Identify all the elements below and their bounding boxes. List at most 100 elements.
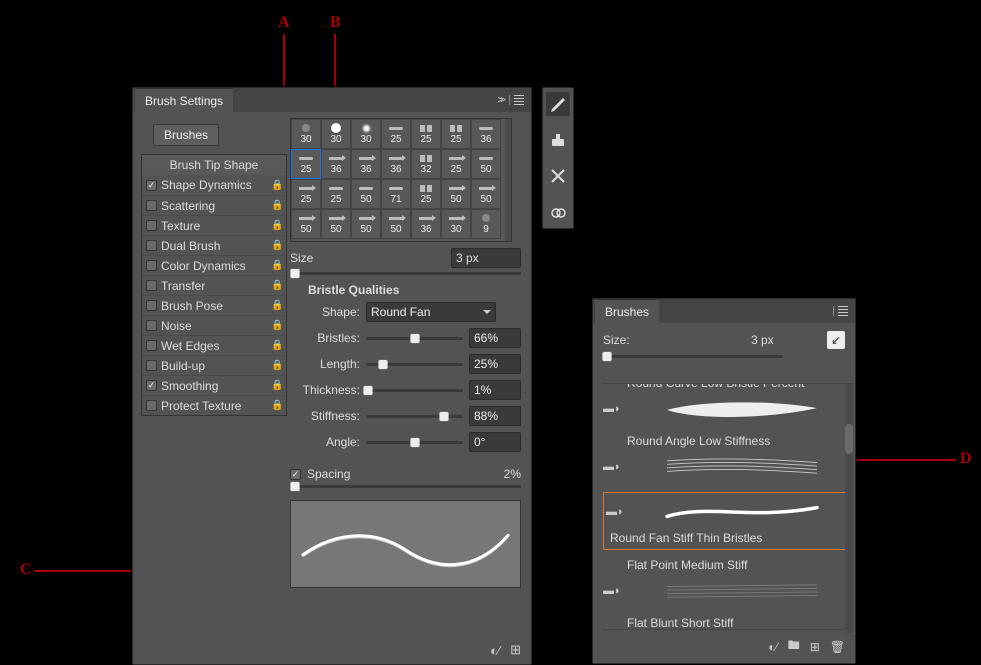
brush-icon[interactable]: [546, 92, 570, 116]
brush-tip[interactable]: 25: [381, 119, 411, 149]
lock-icon[interactable]: 🔒: [271, 180, 282, 191]
new-preset-icon[interactable]: ⊞: [510, 642, 521, 658]
brush-preset-item[interactable]: Round Angle Low Stiffness▬◗: [603, 430, 853, 488]
slider-track[interactable]: [366, 389, 463, 392]
slider-value[interactable]: 66%: [469, 328, 521, 348]
lock-icon[interactable]: 🔒: [271, 380, 282, 391]
lock-icon[interactable]: 🔒: [271, 360, 282, 371]
brush-tip[interactable]: 36: [411, 209, 441, 239]
brush-preset-item[interactable]: ▬◗Round Fan Stiff Thin Bristles: [603, 488, 853, 554]
size-value[interactable]: 3 px: [451, 248, 521, 268]
lock-icon[interactable]: 🔒: [271, 400, 282, 411]
slider-value[interactable]: 88%: [469, 406, 521, 426]
brush-tip[interactable]: 50: [291, 209, 321, 239]
spacing-checkbox[interactable]: [290, 469, 301, 480]
option-row-smoothing[interactable]: Smoothing🔒: [142, 375, 286, 395]
checkbox[interactable]: [146, 360, 157, 371]
brush-tip[interactable]: 25: [291, 179, 321, 209]
lock-icon[interactable]: 🔒: [271, 340, 282, 351]
lock-icon[interactable]: 🔒: [271, 320, 282, 331]
slider-track[interactable]: [366, 415, 463, 418]
option-row-protect-texture[interactable]: Protect Texture🔒: [142, 395, 286, 415]
brush-tip[interactable]: 36: [351, 149, 381, 179]
panel-menu-icon[interactable]: [509, 95, 523, 105]
brush-tip[interactable]: 9: [471, 209, 501, 239]
reset-icon[interactable]: ↙: [827, 331, 845, 349]
bp-size-value[interactable]: 3 px: [751, 333, 821, 347]
lock-icon[interactable]: 🔒: [271, 260, 282, 271]
tab-brushes[interactable]: Brushes: [595, 299, 659, 323]
spacing-value[interactable]: 2%: [504, 467, 521, 481]
brush-tip[interactable]: 30: [441, 209, 471, 239]
brushes-button[interactable]: Brushes: [153, 124, 219, 146]
brush-tip[interactable]: 30: [351, 119, 381, 149]
lock-icon[interactable]: 🔒: [271, 240, 282, 251]
checkbox[interactable]: [146, 400, 157, 411]
lock-icon[interactable]: 🔒: [271, 200, 282, 211]
folder-icon[interactable]: 🖿: [788, 636, 800, 657]
checkbox[interactable]: [146, 240, 157, 251]
slider-track[interactable]: [366, 441, 463, 444]
brush-tip[interactable]: 50: [471, 179, 501, 209]
brush-tip-grid[interactable]: 3030302525253625363636322550252550712550…: [290, 118, 512, 242]
brush-tip[interactable]: 36: [381, 149, 411, 179]
option-row-wet-edges[interactable]: Wet Edges🔒: [142, 335, 286, 355]
option-row-brush-pose[interactable]: Brush Pose🔒: [142, 295, 286, 315]
brush-tip[interactable]: 36: [471, 119, 501, 149]
checkbox[interactable]: [146, 320, 157, 331]
clone-icon[interactable]: [546, 128, 570, 152]
tab-brush-settings[interactable]: Brush Settings: [135, 88, 233, 112]
option-row-build-up[interactable]: Build-up🔒: [142, 355, 286, 375]
checkbox[interactable]: [146, 180, 157, 191]
brush-tip[interactable]: 25: [321, 179, 351, 209]
brush-tip[interactable]: 50: [441, 179, 471, 209]
toggle-preview-icon[interactable]: ◐⁄: [768, 640, 777, 654]
brush-tip-shape-row[interactable]: Brush Tip Shape: [142, 155, 286, 175]
option-row-dual-brush[interactable]: Dual Brush🔒: [142, 235, 286, 255]
option-row-noise[interactable]: Noise🔒: [142, 315, 286, 335]
brush-tip[interactable]: 50: [381, 209, 411, 239]
brush-tip[interactable]: 71: [381, 179, 411, 209]
option-row-color-dynamics[interactable]: Color Dynamics🔒: [142, 255, 286, 275]
checkbox[interactable]: [146, 300, 157, 311]
option-row-scattering[interactable]: Scattering🔒: [142, 195, 286, 215]
brush-tip[interactable]: 25: [441, 119, 471, 149]
lock-icon[interactable]: 🔒: [271, 280, 282, 291]
brush-tip[interactable]: 30: [291, 119, 321, 149]
scrollbar[interactable]: [845, 384, 853, 633]
checkbox[interactable]: [146, 340, 157, 351]
checkbox[interactable]: [146, 220, 157, 231]
brush-preset-item[interactable]: Round Curve Low Bristle Percent▬◗: [603, 384, 853, 430]
toggle-preview-icon[interactable]: ◐⁄: [490, 643, 500, 658]
brush-preset-item[interactable]: Flat Point Medium Stiff▬◗: [603, 554, 853, 612]
trash-icon[interactable]: 🗑: [830, 640, 845, 654]
slider-value[interactable]: 0°: [469, 432, 521, 452]
checkbox[interactable]: [146, 280, 157, 291]
option-row-shape-dynamics[interactable]: Shape Dynamics🔒: [142, 175, 286, 195]
brush-tip[interactable]: 50: [471, 149, 501, 179]
lock-icon[interactable]: 🔒: [271, 220, 282, 231]
collapse-icon[interactable]: >>: [497, 95, 503, 106]
option-row-texture[interactable]: Texture🔒: [142, 215, 286, 235]
new-icon[interactable]: ⊞: [810, 640, 820, 654]
option-row-transfer[interactable]: Transfer🔒: [142, 275, 286, 295]
brush-tip[interactable]: 25: [411, 119, 441, 149]
spacing-slider[interactable]: [290, 485, 521, 488]
brush-tip[interactable]: 32: [411, 149, 441, 179]
slider-track[interactable]: [366, 337, 463, 340]
lock-icon[interactable]: 🔒: [271, 300, 282, 311]
brush-tip[interactable]: 25: [441, 149, 471, 179]
brush-tip[interactable]: 25: [411, 179, 441, 209]
size-slider[interactable]: [290, 272, 521, 275]
slider-track[interactable]: [366, 363, 463, 366]
slider-value[interactable]: 1%: [469, 380, 521, 400]
bp-size-slider[interactable]: [603, 355, 783, 358]
brush-tip[interactable]: 50: [351, 179, 381, 209]
brush-tip[interactable]: 25: [291, 149, 321, 179]
brush-tip[interactable]: 50: [321, 209, 351, 239]
checkbox[interactable]: [146, 260, 157, 271]
brush-tip[interactable]: 50: [351, 209, 381, 239]
shape-select[interactable]: Round Fan: [366, 302, 496, 322]
cc-icon[interactable]: [546, 200, 570, 224]
checkbox[interactable]: [146, 200, 157, 211]
